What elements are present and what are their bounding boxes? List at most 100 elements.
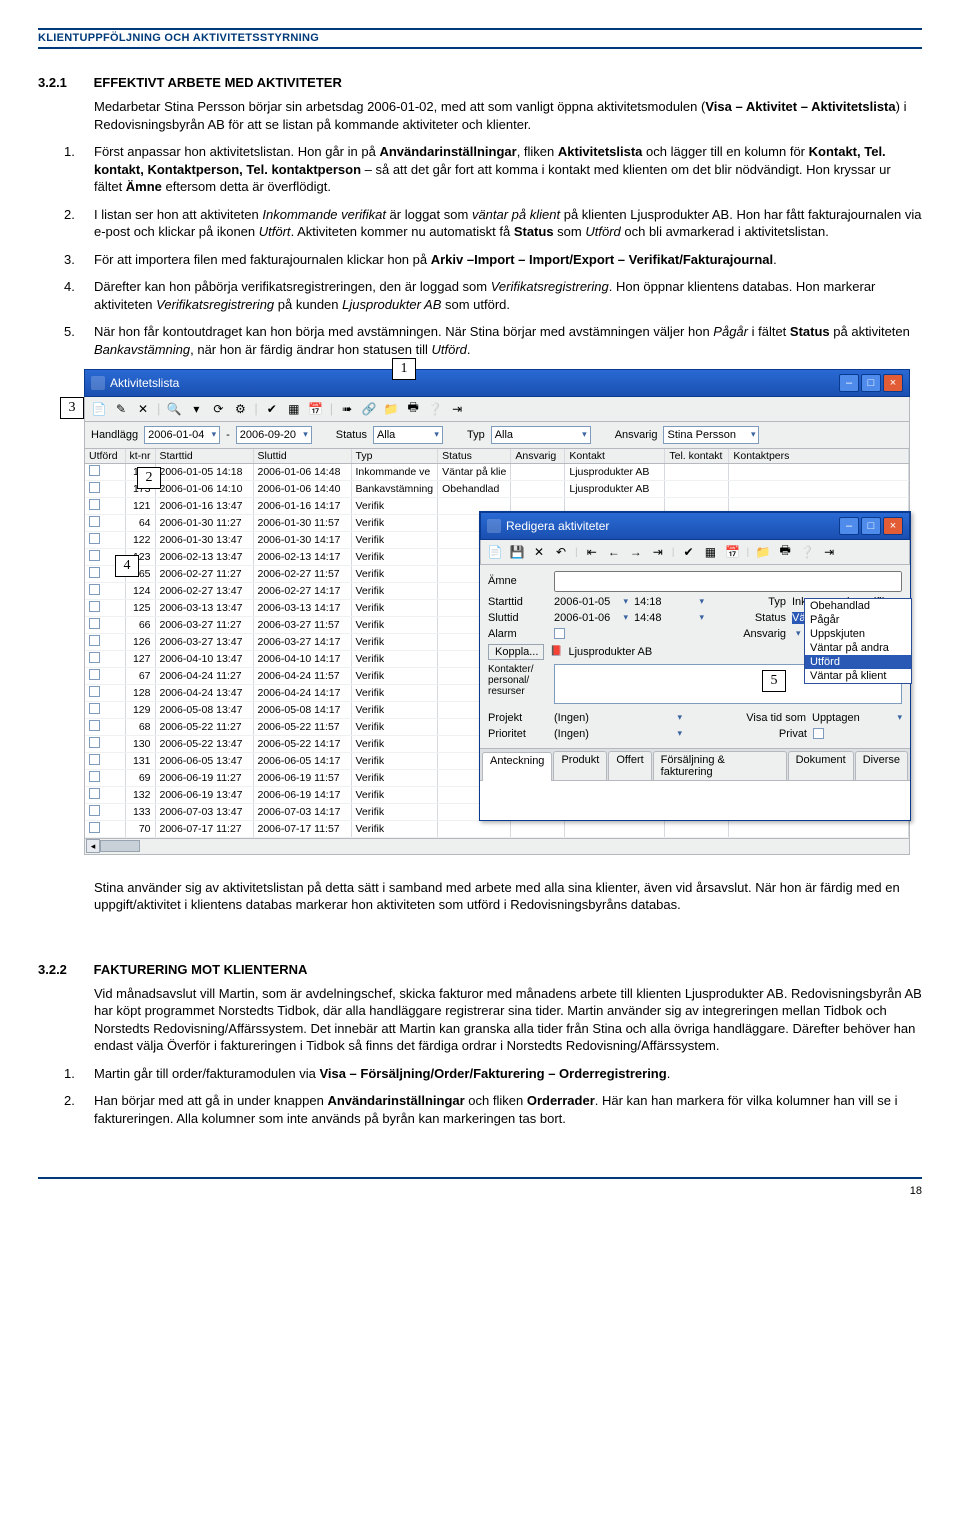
link-icon[interactable]: 🔗 (361, 401, 377, 417)
folder-icon[interactable]: 📁 (383, 401, 399, 417)
popup-titlebar[interactable]: Redigera aktiviteter – □ × (480, 512, 910, 540)
popup-cal-icon[interactable]: 📅 (724, 544, 740, 560)
new-icon[interactable]: 📄 (91, 401, 107, 417)
table-row[interactable]: 1732006-01-06 14:102006-01-06 14:40Banka… (85, 480, 909, 497)
popup-maximize-button[interactable]: □ (861, 517, 881, 535)
status-option-selected[interactable]: Utförd (805, 655, 911, 669)
col-typ: Typ (351, 449, 438, 464)
popup-delete-icon[interactable]: ✕ (531, 544, 547, 560)
popup-undo-icon[interactable]: ↶ (553, 544, 569, 560)
refresh-icon[interactable]: ⟳ (210, 401, 226, 417)
tab-dokument[interactable]: Dokument (788, 751, 854, 780)
col-utford: Utförd (85, 449, 125, 464)
popup-tabs: Anteckning Produkt Offert Försäljning & … (480, 748, 910, 780)
table-icon[interactable]: ▦ (286, 401, 302, 417)
tab-offert[interactable]: Offert (608, 751, 651, 780)
tab-forsaljning[interactable]: Försäljning & fakturering (653, 751, 787, 780)
privat-checkbox[interactable] (813, 728, 824, 739)
popup-first-icon[interactable]: ⇤ (584, 544, 600, 560)
popup-table-icon[interactable]: ▦ (702, 544, 718, 560)
status-option[interactable]: Obehandlad (805, 599, 911, 613)
prioritet-select[interactable]: (Ingen) (554, 728, 682, 740)
settings-icon[interactable]: ⚙ (232, 401, 248, 417)
section-intro-2: Vid månadsavslut vill Martin, som är avd… (94, 985, 922, 1055)
start-time[interactable]: 14:18 (634, 596, 704, 608)
popup-minimize-button[interactable]: – (839, 517, 859, 535)
scroll-thumb[interactable] (100, 840, 140, 852)
amne-label: Ämne (488, 575, 548, 587)
cal-icon[interactable]: 📅 (308, 401, 324, 417)
col-telk: Tel. kontakt (665, 449, 729, 464)
section-title-2: FAKTURERING MOT KLIENTERNA (94, 962, 308, 977)
tab-anteckning[interactable]: Anteckning (482, 752, 552, 781)
col-sluttid: Sluttid (253, 449, 351, 464)
step-5: När hon får kontoutdraget kan hon börja … (64, 323, 922, 358)
status-option[interactable]: Väntar på klient (805, 669, 911, 683)
starttid-label: Starttid (488, 596, 548, 608)
search-icon[interactable]: 🔍 (166, 401, 182, 417)
horizontal-scrollbar[interactable]: ◂ (85, 838, 909, 854)
prioritet-label: Prioritet (488, 728, 548, 740)
ansvarig-select[interactable]: Stina Persson (663, 426, 759, 444)
slut-time[interactable]: 14:48 (634, 612, 704, 624)
done-icon[interactable]: ✔ (264, 401, 280, 417)
popup-save-icon[interactable]: 💾 (509, 544, 525, 560)
window-titlebar[interactable]: Aktivitetslista – □ × (84, 369, 910, 397)
forward-icon[interactable]: ➠ (339, 401, 355, 417)
popup-folder-icon[interactable]: 📁 (755, 544, 771, 560)
popup-next-icon[interactable]: → (628, 544, 644, 560)
filter-icon[interactable]: ▾ (188, 401, 204, 417)
step-2-2: Han börjar med att gå in under knappen A… (64, 1092, 922, 1127)
start-date[interactable]: 2006-01-05 (554, 596, 628, 608)
popup-close-button[interactable]: × (883, 517, 903, 535)
popup-done-icon[interactable]: ✔ (680, 544, 696, 560)
popup-new-icon[interactable]: 📄 (487, 544, 503, 560)
exit-icon[interactable]: ⇥ (449, 401, 465, 417)
help-icon[interactable]: ❔ (427, 401, 443, 417)
typ-select[interactable]: Alla (491, 426, 591, 444)
popup-exit-icon[interactable]: ⇥ (821, 544, 837, 560)
status-option[interactable]: Väntar på andra (805, 641, 911, 655)
print-icon[interactable]: 🖶 (405, 401, 421, 417)
popup-prev-icon[interactable]: ← (606, 544, 622, 560)
popup-last-icon[interactable]: ⇥ (650, 544, 666, 560)
step-1: Först anpassar hon aktivitetslistan. Hon… (64, 143, 922, 196)
minimize-button[interactable]: – (839, 374, 859, 392)
table-row[interactable]: 702006-07-17 11:272006-07-17 11:57Verifi… (85, 820, 909, 837)
handlagg-label: Handlägg (91, 429, 138, 441)
col-kontaktp: Kontaktpers (729, 449, 909, 464)
date-to[interactable]: 2006-09-20 (236, 426, 312, 444)
edit-icon[interactable]: ✎ (113, 401, 129, 417)
maximize-button[interactable]: □ (861, 374, 881, 392)
slut-date[interactable]: 2006-01-06 (554, 612, 628, 624)
activity-grid[interactable]: 2 4 Utförd kt-nr Starttid Sluttid Typ St… (84, 449, 910, 855)
callout-1: 1 (392, 358, 416, 380)
visatid-select[interactable]: Upptagen (812, 712, 902, 724)
ansvarig-label: Ansvarig (615, 429, 658, 441)
step-2-1: Martin går till order/fakturamodulen via… (64, 1065, 922, 1083)
tab-produkt[interactable]: Produkt (553, 751, 607, 780)
tab-diverse[interactable]: Diverse (855, 751, 908, 780)
status-option[interactable]: Pågår (805, 613, 911, 627)
sluttid-label: Sluttid (488, 612, 548, 624)
projekt-select[interactable]: (Ingen) (554, 712, 682, 724)
alarm-checkbox[interactable] (554, 628, 565, 639)
kompany-value: Ljusprodukter AB (568, 646, 652, 658)
col-ansvarig: Ansvarig (511, 449, 565, 464)
close-button[interactable]: × (883, 374, 903, 392)
scroll-left-icon[interactable]: ◂ (86, 839, 100, 853)
section-intro: Medarbetar Stina Persson börjar sin arbe… (94, 98, 922, 133)
koppla-button[interactable]: Koppla... (488, 644, 544, 660)
popup-print-icon[interactable]: 🖶 (777, 544, 793, 560)
status-option[interactable]: Uppskjuten (805, 627, 911, 641)
delete-icon[interactable]: ✕ (135, 401, 151, 417)
amne-input[interactable] (554, 571, 902, 592)
date-from[interactable]: 2006-01-04 (144, 426, 220, 444)
table-row[interactable]: 1752006-01-05 14:182006-01-06 14:48Inkom… (85, 463, 909, 480)
status-dropdown-list[interactable]: Obehandlad Pågår Uppskjuten Väntar på an… (804, 598, 912, 684)
status-select[interactable]: Alla (373, 426, 443, 444)
col-starttid: Starttid (155, 449, 253, 464)
popup-help-icon[interactable]: ❔ (799, 544, 815, 560)
window-icon (91, 376, 105, 390)
popup-window-icon (487, 519, 501, 533)
